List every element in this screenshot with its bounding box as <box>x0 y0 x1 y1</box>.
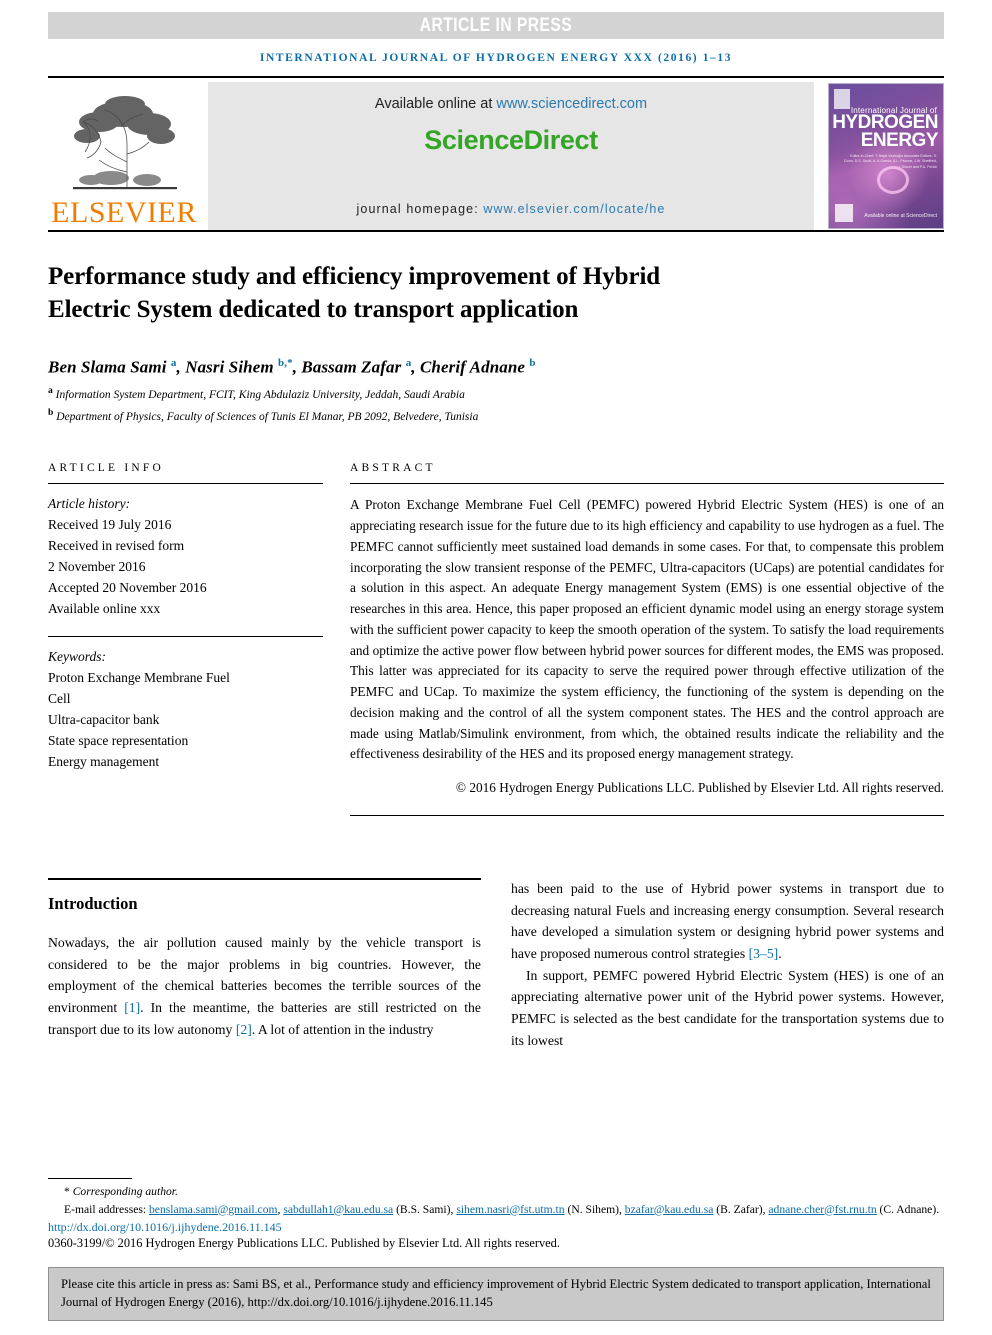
introduction-paragraph-2: In support, PEMFC powered Hybrid Electri… <box>511 967 944 1048</box>
citation-ref-2[interactable]: [2] <box>236 1022 252 1037</box>
intro-text-c-left: . A lot of attention in the industry <box>251 1021 434 1037</box>
abstract-bottom-rule <box>350 815 944 817</box>
asterisk-icon: * <box>64 1185 70 1199</box>
citation-ref-3[interactable]: [3–5] <box>749 946 779 961</box>
available-online-line: Available online at www.sciencedirect.co… <box>375 96 647 112</box>
journal-homepage-line: journal homepage: www.elsevier.com/locat… <box>357 202 666 216</box>
corresponding-author-note: * Corresponding author. <box>48 1183 944 1200</box>
article-info-rule <box>48 483 323 485</box>
email-link-2[interactable]: sabdullah1@kau.edu.sa <box>283 1203 393 1216</box>
history-item: 2 November 2016 <box>48 559 146 575</box>
keyword-item: Ultra-capacitor bank <box>48 711 160 727</box>
sciencedirect-panel: Available online at www.sciencedirect.co… <box>208 82 814 230</box>
intro-text-d: . <box>778 945 782 961</box>
history-item: Accepted 20 November 2016 <box>48 580 207 596</box>
keywords-label: Keywords: <box>48 648 106 664</box>
footnote-rule <box>48 1178 132 1180</box>
keyword-item: State space representation <box>48 732 189 748</box>
email-owner-3: (N. Sihem), <box>564 1202 625 1216</box>
article-in-press-banner: ARTICLE IN PRESS <box>48 12 944 39</box>
keyword-item: Energy management <box>48 753 160 769</box>
cover-sciencedirect-text: Available online at ScienceDirect <box>864 213 937 219</box>
keywords-rule <box>48 635 323 637</box>
abstract-body: A Proton Exchange Membrane Fuel Cell (PE… <box>350 497 944 762</box>
paper-page: ARTICLE IN PRESS INTERNATIONAL JOURNAL O… <box>0 12 992 1335</box>
cite-this-article-box: Please cite this article in press as: Sa… <box>48 1267 944 1321</box>
page-title: Performance study and efficiency improve… <box>48 263 661 324</box>
affiliation-a-text: Information System Department, FCIT, Kin… <box>55 388 465 401</box>
email-label: E-mail addresses: <box>64 1202 149 1216</box>
article-info-column: ARTICLE INFO Article history: Received 1… <box>48 462 323 816</box>
abstract-column: ABSTRACT A Proton Exchange Membrane Fuel… <box>350 462 944 817</box>
affiliation-a: a Information System Department, FCIT, K… <box>48 385 465 401</box>
email-link-3[interactable]: sihem.nasri@fst.utm.tn <box>456 1203 564 1216</box>
cite-this-article-text: Please cite this article in press as: Sa… <box>61 1277 931 1309</box>
introduction-paragraph-1-cont: has been paid to the use of Hybrid power… <box>511 878 944 965</box>
email-owner-5: (C. Adnane). <box>876 1202 940 1216</box>
cover-ring-graphic <box>877 166 909 194</box>
elsevier-wordmark: ELSEVIER <box>51 196 197 229</box>
citation-ref-1[interactable]: [1] <box>124 1000 140 1015</box>
cover-title-line2: ENERGY <box>860 130 939 151</box>
abstract-copyright: © 2016 Hydrogen Energy Publications LLC.… <box>455 780 944 796</box>
introduction-rule <box>48 878 481 881</box>
abstract-heading: ABSTRACT <box>350 462 436 475</box>
affiliation-b-text: Department of Physics, Faculty of Scienc… <box>56 410 479 423</box>
journal-homepage-link[interactable]: www.elsevier.com/locate/he <box>483 202 665 216</box>
article-history-block: Article history: Received 19 July 2016 R… <box>48 494 323 620</box>
author-list: Ben Slama Sami a, Nasri Sihem b,*, Bassa… <box>48 356 536 377</box>
email-owner-4: (B. Zafar), <box>713 1202 769 1216</box>
article-history-label: Article history: <box>48 496 131 512</box>
doi-link[interactable]: http://dx.doi.org/10.1016/j.ijhydene.201… <box>48 1220 282 1234</box>
masthead: ELSEVIER Available online at www.science… <box>48 82 944 230</box>
doi-line[interactable]: http://dx.doi.org/10.1016/j.ijhydene.201… <box>48 1220 944 1235</box>
corresponding-author-text: Corresponding author. <box>72 1185 178 1199</box>
cover-ijhe-icon <box>835 204 853 222</box>
sciencedirect-url-link[interactable]: www.sciencedirect.com <box>496 96 647 112</box>
email-link-1[interactable]: benslama.sami@gmail.com <box>149 1203 278 1216</box>
abstract-rule <box>350 483 944 485</box>
keyword-item: Cell <box>48 690 71 706</box>
issn-copyright-line: 0360-3199/© 2016 Hydrogen Energy Publica… <box>48 1236 560 1250</box>
body-columns: Introduction Nowadays, the air pollution… <box>48 878 944 1051</box>
intro-text-c-right: has been paid to the use of Hybrid power… <box>511 881 944 961</box>
history-item: Received in revised form <box>48 538 185 554</box>
sciencedirect-logo: ScienceDirect <box>424 125 598 155</box>
article-info-heading: ARTICLE INFO <box>48 462 164 475</box>
history-item: Received 19 July 2016 <box>48 517 172 533</box>
email-owner-2: (B.S. Sami), <box>393 1202 457 1216</box>
masthead-top-rule <box>48 76 944 78</box>
introduction-heading: Introduction <box>48 894 138 914</box>
email-link-5[interactable]: adnane.cher@fst.rnu.tn <box>768 1203 876 1216</box>
journal-running-head: INTERNATIONAL JOURNAL OF HYDROGEN ENERGY… <box>259 52 733 64</box>
article-in-press-label: ARTICLE IN PRESS <box>419 14 573 36</box>
email-link-4[interactable]: bzafar@kau.edu.sa <box>625 1203 714 1216</box>
journal-cover-container: International Journal of HYDROGEN ENERGY… <box>822 82 944 230</box>
keywords-block: Keywords: Proton Exchange Membrane Fuel … <box>48 647 323 773</box>
masthead-bottom-rule <box>48 230 944 232</box>
email-addresses-line: E-mail addresses: benslama.sami@gmail.co… <box>48 1201 944 1218</box>
journal-homepage-prefix: journal homepage: <box>356 202 484 216</box>
body-column-left: Introduction Nowadays, the air pollution… <box>48 878 481 1051</box>
footnote-block: * Corresponding author. E-mail addresses… <box>48 1178 944 1251</box>
available-online-prefix: Available online at <box>374 96 497 112</box>
elsevier-tree-icon <box>73 96 177 190</box>
info-abstract-row: ARTICLE INFO Article history: Received 1… <box>48 462 944 817</box>
elsevier-logo: ELSEVIER <box>48 82 200 230</box>
affiliation-b: b Department of Physics, Faculty of Scie… <box>48 406 479 423</box>
history-item: Available online xxx <box>48 601 161 617</box>
journal-cover-thumbnail: International Journal of HYDROGEN ENERGY… <box>828 83 944 229</box>
introduction-paragraph-1: Nowadays, the air pollution caused mainl… <box>48 932 481 1040</box>
keyword-item: Proton Exchange Membrane Fuel <box>48 669 230 685</box>
body-column-right: has been paid to the use of Hybrid power… <box>511 878 944 1051</box>
